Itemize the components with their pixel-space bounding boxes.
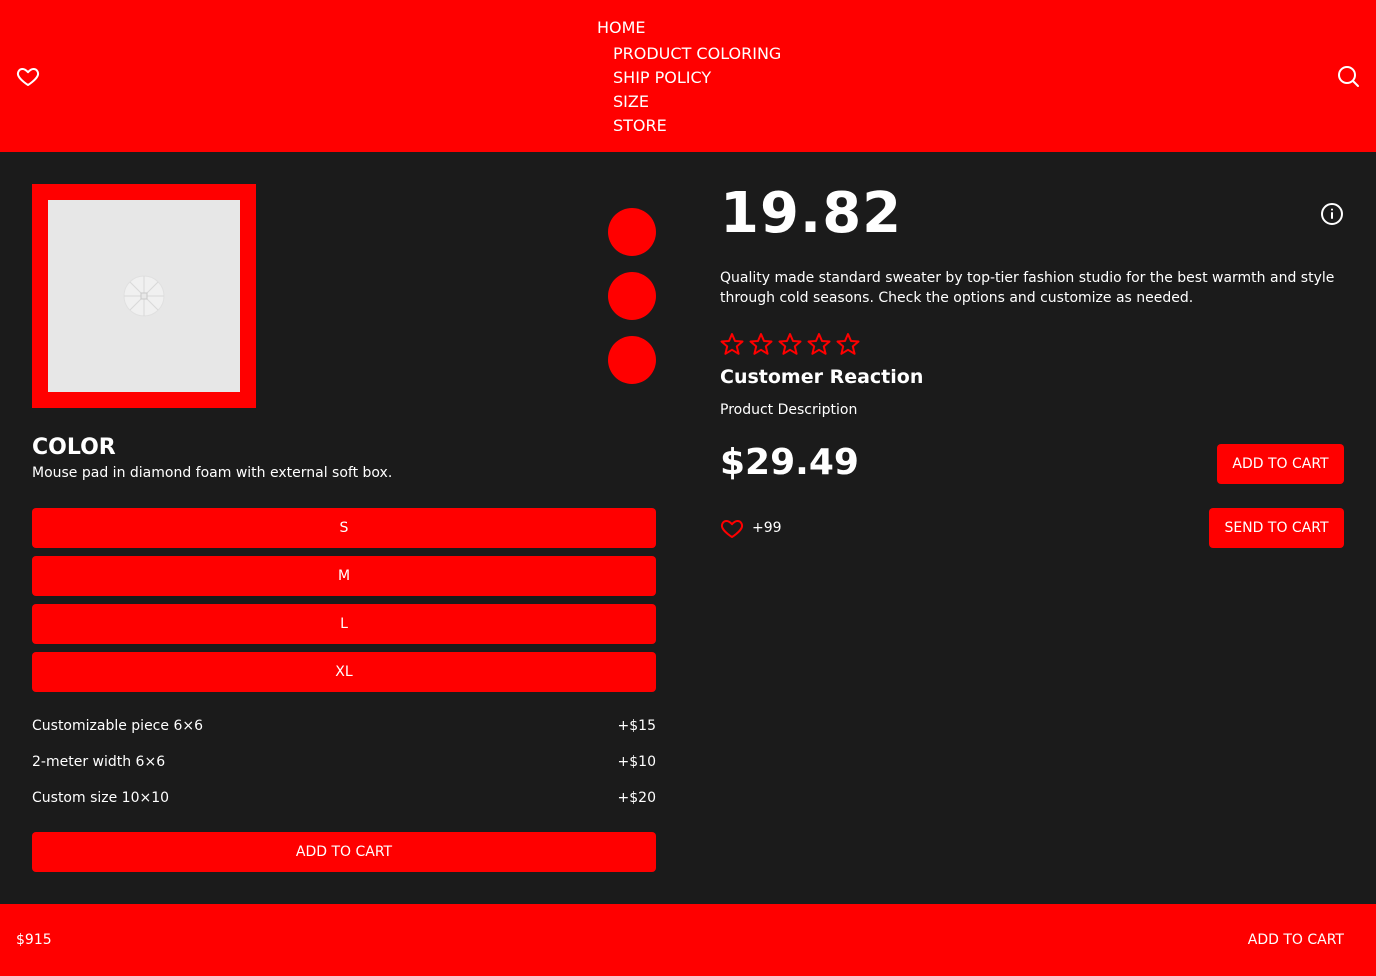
size-button-m[interactable]: M xyxy=(32,556,656,596)
search-button[interactable] xyxy=(1336,64,1360,88)
option-row[interactable]: 2-meter width 6×6 +$10 xyxy=(32,752,656,772)
product-price: $29.49 xyxy=(720,442,859,483)
nav-item-product-coloring[interactable]: PRODUCT COLORING xyxy=(613,42,781,66)
star-rating[interactable] xyxy=(720,332,860,356)
product-image-frame xyxy=(32,184,256,408)
color-swatch[interactable] xyxy=(608,336,656,384)
star-icon[interactable] xyxy=(778,332,802,356)
size-button-s[interactable]: S xyxy=(32,508,656,548)
info-icon xyxy=(1321,203,1343,225)
heart-icon xyxy=(720,520,744,538)
option-row[interactable]: Custom size 10×10 +$20 xyxy=(32,788,656,808)
search-icon xyxy=(1338,66,1359,87)
favorites-button[interactable] xyxy=(16,64,40,88)
product-image[interactable] xyxy=(48,200,240,392)
send-to-cart-button[interactable]: SEND TO CART xyxy=(1209,508,1344,548)
top-header: HOME PRODUCT COLORING SHIP POLICY SIZE S… xyxy=(0,0,1376,152)
option-label: Customizable piece 6×6 xyxy=(32,718,203,734)
nav-menu: PRODUCT COLORING SHIP POLICY SIZE STORE xyxy=(613,42,781,138)
nav-item-size[interactable]: SIZE xyxy=(613,90,781,114)
star-icon[interactable] xyxy=(836,332,860,356)
add-to-cart-button-secondary[interactable]: ADD TO CART xyxy=(1217,444,1344,484)
nav-item-store[interactable]: STORE xyxy=(613,114,781,138)
product-description-label: Product Description xyxy=(720,402,858,418)
nav-home-link[interactable]: HOME xyxy=(597,18,646,38)
star-icon[interactable] xyxy=(720,332,744,356)
heart-icon xyxy=(16,68,40,86)
like-count: +99 xyxy=(752,520,782,536)
option-price: +$20 xyxy=(617,790,656,806)
product-description: Quality made standard sweater by top-tie… xyxy=(720,270,1335,306)
option-price: +$10 xyxy=(617,754,656,770)
option-label: Custom size 10×10 xyxy=(32,790,170,806)
cart-total: $915 xyxy=(16,932,52,948)
color-title: COLOR xyxy=(32,435,116,460)
star-icon[interactable] xyxy=(807,332,831,356)
color-swatch[interactable] xyxy=(608,272,656,320)
option-price: +$15 xyxy=(617,718,656,734)
option-label: 2-meter width 6×6 xyxy=(32,754,166,770)
like-button[interactable] xyxy=(720,516,744,540)
color-swatch[interactable] xyxy=(608,208,656,256)
option-row[interactable]: Customizable piece 6×6 +$15 xyxy=(32,716,656,736)
size-button-l[interactable]: L xyxy=(32,604,656,644)
nav-item-ship-policy[interactable]: SHIP POLICY xyxy=(613,66,781,90)
headline-price: 19.82 xyxy=(720,181,903,246)
customer-reaction-title: Customer Reaction xyxy=(720,366,924,388)
info-button[interactable] xyxy=(1320,202,1344,226)
product-main: COLOR Mouse pad in diamond foam with ext… xyxy=(0,152,1376,904)
footer-add-to-cart-button[interactable]: ADD TO CART xyxy=(1248,930,1344,950)
color-description: Mouse pad in diamond foam with external … xyxy=(32,465,393,481)
bottom-bar: $915 ADD TO CART xyxy=(0,904,1376,976)
size-button-xl[interactable]: XL xyxy=(32,652,656,692)
star-icon[interactable] xyxy=(749,332,773,356)
image-placeholder-icon xyxy=(123,275,165,317)
add-to-cart-button[interactable]: ADD TO CART xyxy=(32,832,656,872)
